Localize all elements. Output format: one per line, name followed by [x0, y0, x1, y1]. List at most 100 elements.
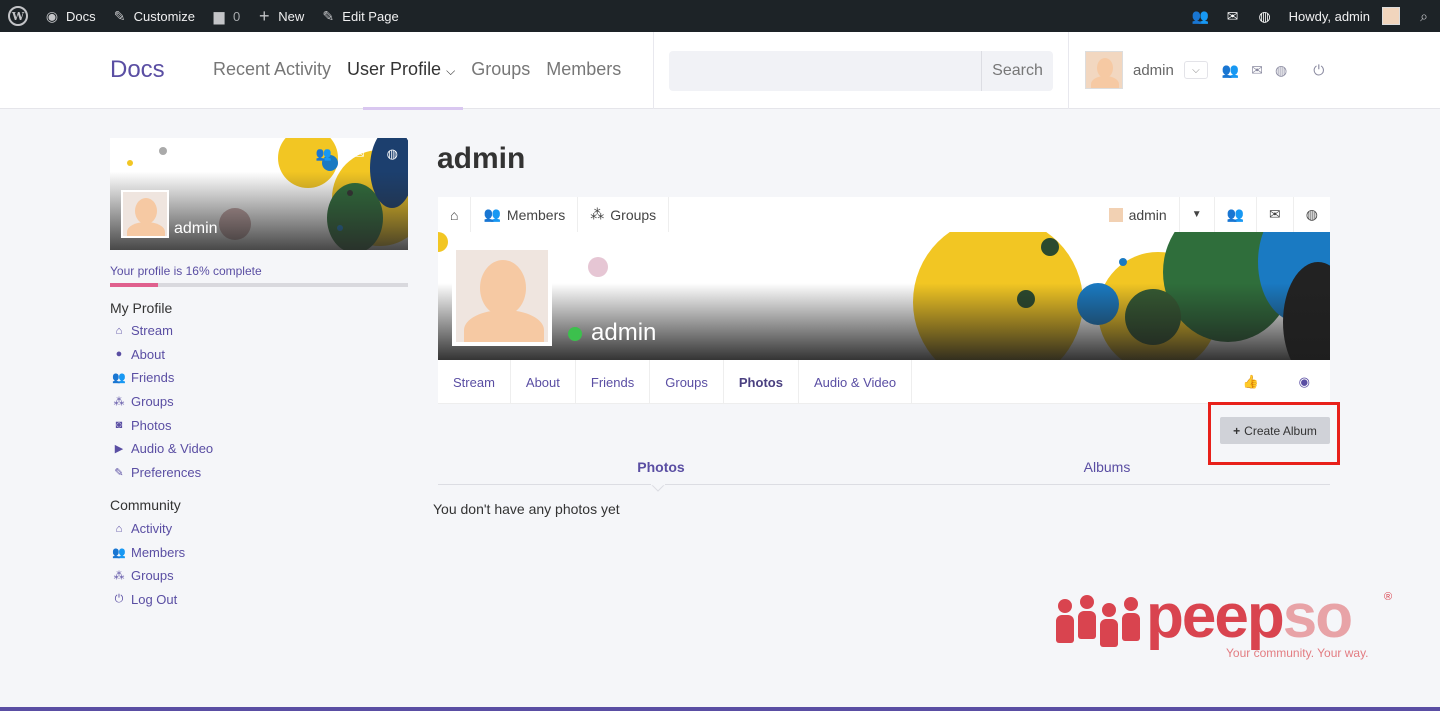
chevron-down-icon[interactable]: ⌵	[1183, 61, 1208, 79]
sidebar-item-community-groups[interactable]: ⁂ Groups	[113, 567, 185, 585]
sidebar-item-logout[interactable]: ⏻ Log Out	[113, 591, 185, 609]
avatar[interactable]	[121, 190, 169, 238]
search-form: Search	[669, 51, 1053, 91]
groups-icon: ⁂	[113, 396, 125, 409]
adminbar-search-button[interactable]: ⌕	[1408, 0, 1440, 32]
sidebar-item-friends[interactable]: 👥 Friends	[112, 369, 213, 387]
focus-members-button[interactable]: 👥 Members	[471, 196, 579, 233]
my-profile-title: My Profile	[110, 300, 173, 316]
tab-friends[interactable]: Friends	[576, 360, 651, 404]
edit-page-link[interactable]: ✎ Edit Page	[312, 0, 406, 32]
admin-bar: W ◉ Docs ✎ Customize ▆ 0 + New ✎ Edit Page 👥 …	[0, 0, 1440, 32]
sidebar-item-label: Stream	[131, 323, 173, 339]
adminbar-messages-button[interactable]: ✉	[1217, 0, 1249, 32]
site-brand[interactable]: Docs	[110, 56, 165, 84]
envelope-icon[interactable]: ✉	[1251, 62, 1263, 79]
profile-views-button[interactable]: ◉	[1279, 360, 1330, 404]
eye-icon: ◉	[1298, 374, 1310, 389]
sidebar-item-preferences[interactable]: ✎ Preferences	[113, 464, 213, 482]
tab-about[interactable]: About	[511, 360, 576, 404]
friends-icon[interactable]: 👥	[1222, 62, 1239, 79]
focus-notifications-button[interactable]: ◍	[1292, 196, 1330, 233]
focus-friends-button[interactable]: 👥	[1213, 196, 1256, 233]
wp-logo-button[interactable]: W	[0, 0, 36, 32]
customize-link[interactable]: ✎ Customize	[104, 0, 203, 32]
active-subtab-caret	[651, 484, 665, 492]
header-divider	[653, 32, 654, 109]
community-title: Community	[110, 497, 181, 513]
sidebar-item-groups[interactable]: ⁂ Groups	[113, 393, 213, 411]
profile-avatar[interactable]	[452, 246, 552, 346]
focus-groups-button[interactable]: ⁂ Groups	[578, 196, 670, 233]
focus-user-button[interactable]: admin	[1097, 197, 1179, 233]
plus-icon: +	[259, 5, 270, 26]
header-user-menu: admin ⌵ 👥 ✉ ◍ ⏻	[1085, 51, 1324, 89]
video-icon: ▶	[114, 443, 124, 456]
focus-home-button[interactable]: ⌂	[438, 196, 472, 233]
sidebar-item-photos[interactable]: ◙ Photos	[113, 416, 213, 434]
members-icon: 👥	[112, 546, 126, 559]
tab-groups[interactable]: Groups	[650, 360, 724, 404]
focus-groups-label: Groups	[610, 206, 657, 223]
sidebar-item-about[interactable]: ● About	[113, 346, 213, 364]
tab-photos[interactable]: Photos	[724, 360, 799, 404]
tab-stream[interactable]: Stream	[438, 360, 511, 404]
focus-messages-button[interactable]: ✉	[1256, 196, 1293, 233]
avatar[interactable]	[1085, 51, 1123, 89]
logo-registered-mark: ®	[1384, 591, 1393, 603]
profile-cover-name: admin	[591, 319, 657, 346]
comments-count: 0	[233, 8, 241, 24]
brush-icon: ✎	[113, 7, 126, 24]
logo-tagline: Your community. Your way.	[1226, 646, 1369, 660]
dashboard-icon: ◉	[45, 7, 59, 24]
nav-user-profile[interactable]: User Profile ⌵	[347, 59, 455, 80]
envelope-icon[interactable]: ✉	[354, 146, 365, 162]
subtab-photos[interactable]: Photos	[438, 450, 884, 484]
friends-icon: 👥	[1191, 7, 1210, 24]
photos-sub-tabs: Photos Albums	[438, 450, 1330, 485]
adminbar-friends-button[interactable]: 👥	[1185, 0, 1217, 32]
power-icon[interactable]: ⏻	[1313, 62, 1324, 79]
sidebar-cover: admin 👥 ✉ ◍	[110, 138, 408, 250]
comments-link[interactable]: ▆ 0	[203, 0, 248, 32]
globe-icon[interactable]: ◍	[1275, 62, 1287, 79]
home-icon: ⌂	[450, 206, 459, 223]
new-label: New	[278, 8, 305, 24]
focus-user-dropdown[interactable]: ▼	[1178, 196, 1214, 233]
adminbar-notifications-button[interactable]: ◍	[1249, 0, 1281, 32]
home-icon: ⌂	[115, 522, 123, 535]
sidebar-item-activity[interactable]: ⌂ Activity	[113, 520, 185, 538]
search-input[interactable]	[669, 51, 981, 91]
profile-focus-bar: ⌂ 👥 Members ⁂ Groups admin ▼ 👥 ✉ ◍	[438, 196, 1330, 233]
camera-icon: ◙	[115, 419, 123, 432]
globe-icon[interactable]: ◍	[387, 146, 398, 162]
search-button[interactable]: Search	[981, 51, 1053, 91]
header-username[interactable]: admin	[1133, 62, 1174, 79]
focus-members-label: Members	[506, 206, 566, 223]
nav-recent-activity[interactable]: Recent Activity	[213, 59, 331, 80]
page-title: admin	[437, 142, 526, 175]
friends-icon[interactable]: 👥	[316, 146, 332, 162]
globe-icon: ◍	[1258, 7, 1271, 24]
sidebar-item-stream[interactable]: ⌂ Stream	[113, 322, 213, 340]
sidebar-cover-name[interactable]: admin	[174, 220, 218, 238]
chevron-down-icon: ⌵	[446, 64, 456, 78]
search-icon: ⌕	[1420, 7, 1428, 24]
sidebar-item-label: Log Out	[131, 592, 178, 608]
my-account-link[interactable]: Howdy, admin	[1281, 0, 1408, 32]
new-content-link[interactable]: + New	[248, 0, 312, 32]
sidebar-item-label: Audio & Video	[131, 441, 214, 457]
sidebar-item-members[interactable]: 👥 Members	[112, 544, 185, 562]
online-status-icon	[568, 327, 582, 341]
nav-groups[interactable]: Groups	[471, 59, 530, 80]
like-profile-button[interactable]: 👍	[1222, 360, 1278, 404]
peepso-logo: peepso ® Your community. Your way.	[1056, 582, 1396, 661]
nav-active-indicator	[363, 107, 463, 110]
profile-cover: admin	[438, 232, 1330, 360]
site-name-link[interactable]: ◉ Docs	[36, 0, 104, 32]
comment-icon: ▆	[213, 7, 225, 24]
nav-members[interactable]: Members	[546, 59, 621, 80]
tab-audio-video[interactable]: Audio & Video	[799, 360, 913, 404]
subtab-albums[interactable]: Albums	[884, 450, 1330, 484]
sidebar-item-audio-video[interactable]: ▶ Audio & Video	[113, 440, 213, 458]
